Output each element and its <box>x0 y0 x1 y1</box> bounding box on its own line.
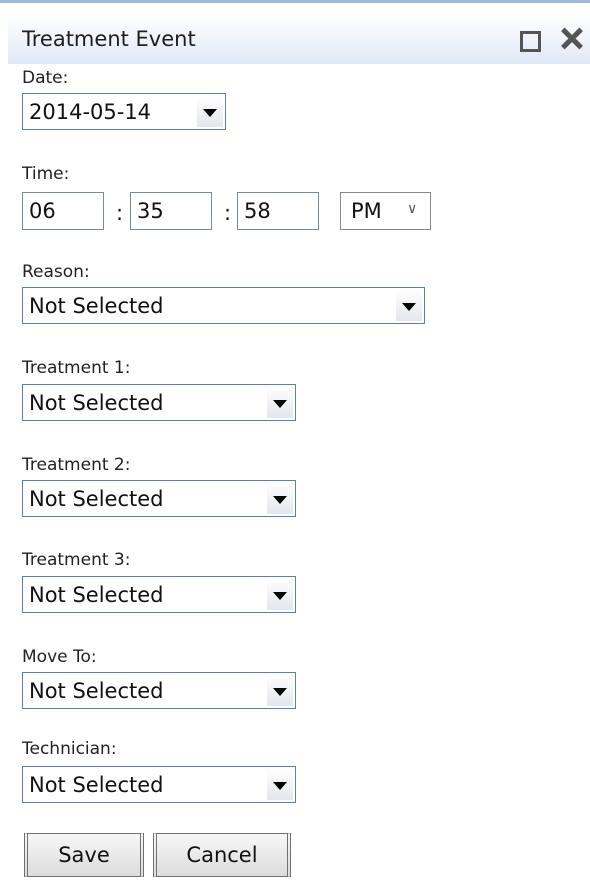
treatment2-select[interactable]: Not Selected <box>22 480 296 517</box>
window-titlebar: Treatment Event <box>8 14 590 64</box>
dropdown-arrow-icon <box>267 579 293 610</box>
time-separator: : <box>224 201 232 225</box>
hour-input[interactable]: 06 <box>22 192 104 230</box>
move-to-label: Move To: <box>22 647 97 667</box>
dropdown-arrow-icon <box>197 96 223 127</box>
ampm-select[interactable]: PM ∨ <box>340 192 431 230</box>
treatment3-value: Not Selected <box>29 583 164 607</box>
treatment3-label: Treatment 3: <box>22 550 131 570</box>
chevron-down-icon: ∨ <box>407 201 418 217</box>
second-value: 58 <box>244 199 271 223</box>
dropdown-arrow-icon <box>267 675 293 706</box>
treatment1-label: Treatment 1: <box>22 358 131 378</box>
date-select[interactable]: 2014-05-14 <box>22 93 226 130</box>
move-to-value: Not Selected <box>29 679 164 703</box>
technician-select[interactable]: Not Selected <box>22 766 296 803</box>
second-input[interactable]: 58 <box>237 192 319 230</box>
treatment2-value: Not Selected <box>29 487 164 511</box>
dropdown-arrow-icon <box>267 483 293 514</box>
treatment1-select[interactable]: Not Selected <box>22 384 296 421</box>
hour-value: 06 <box>29 199 56 223</box>
dropdown-arrow-icon <box>267 769 293 800</box>
treatment3-select[interactable]: Not Selected <box>22 576 296 613</box>
move-to-select[interactable]: Not Selected <box>22 672 296 709</box>
cancel-button[interactable]: Cancel <box>153 833 291 877</box>
date-value: 2014-05-14 <box>29 100 152 124</box>
minute-value: 35 <box>137 199 164 223</box>
ampm-value: PM <box>351 199 382 223</box>
time-label: Time: <box>22 164 70 184</box>
treatment2-label: Treatment 2: <box>22 455 131 475</box>
window-top-border <box>0 0 590 3</box>
minute-input[interactable]: 35 <box>130 192 212 230</box>
date-label: Date: <box>22 68 69 88</box>
dropdown-arrow-icon <box>396 290 422 321</box>
treatment1-value: Not Selected <box>29 391 164 415</box>
window-title: Treatment Event <box>22 27 196 51</box>
close-icon[interactable] <box>558 26 584 52</box>
reason-label: Reason: <box>22 262 90 282</box>
reason-value: Not Selected <box>29 294 164 318</box>
reason-select[interactable]: Not Selected <box>22 287 425 324</box>
technician-label: Technician: <box>22 739 117 759</box>
time-separator: : <box>116 201 124 225</box>
dropdown-arrow-icon <box>267 387 293 418</box>
maximize-icon[interactable] <box>516 26 542 52</box>
save-button[interactable]: Save <box>24 833 144 877</box>
technician-value: Not Selected <box>29 773 164 797</box>
